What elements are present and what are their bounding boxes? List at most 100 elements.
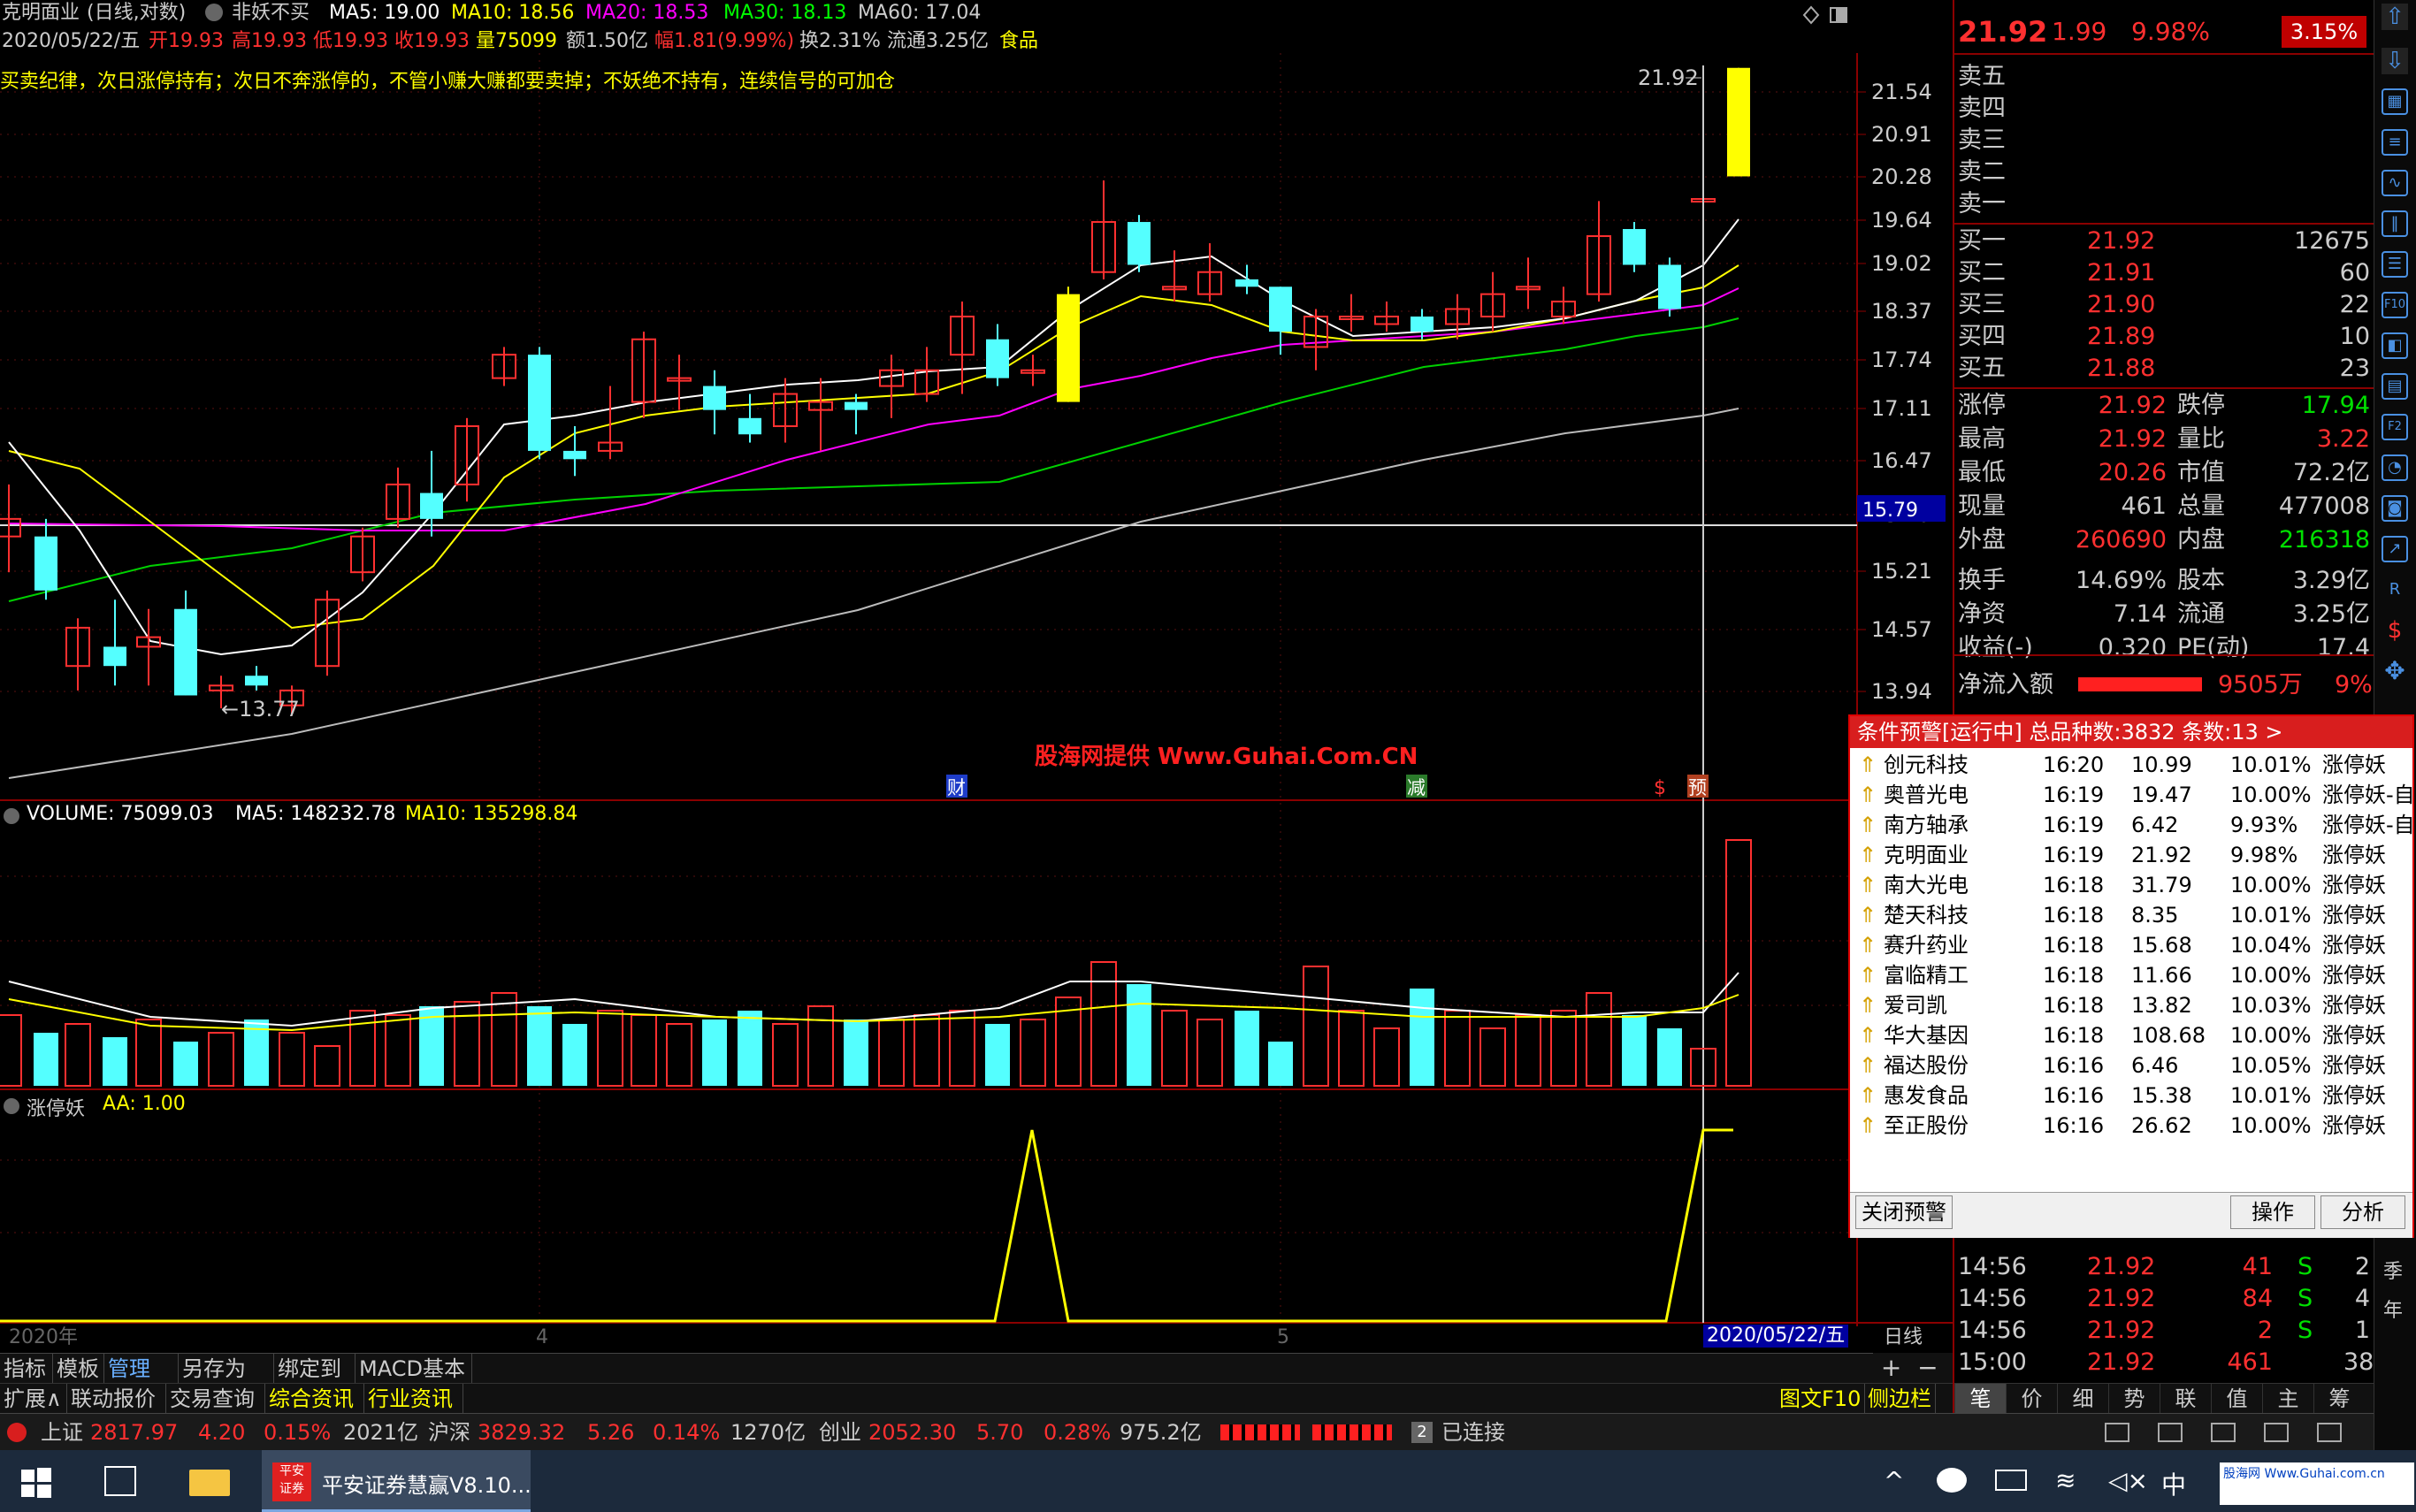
bid-row: 买二 21.91 60: [1958, 259, 2370, 286]
wifi-icon[interactable]: ≋: [2055, 1466, 2076, 1495]
tab-item[interactable]: 行业资讯: [364, 1384, 463, 1414]
alert-row[interactable]: ⇑ 福达股份 16:16 6.46 10.05% 涨停妖: [1850, 1050, 2412, 1081]
tab-item[interactable]: 模板: [53, 1354, 104, 1384]
alert-title[interactable]: 条件预警[运行中] 总品种数:3832 条数:13 >: [1850, 716, 2412, 748]
wechat-icon[interactable]: [1937, 1468, 1967, 1493]
quote-tab[interactable]: 联: [2160, 1384, 2211, 1414]
task-view-icon[interactable]: [104, 1466, 136, 1496]
up-arrow-icon[interactable]: ⇧: [2382, 4, 2408, 30]
year-label[interactable]: 年: [2383, 1294, 2403, 1323]
info-icon[interactable]: ◧: [2382, 332, 2408, 359]
f2-icon[interactable]: F2: [2382, 414, 2408, 440]
grid-icon[interactable]: ▦: [2382, 88, 2408, 115]
phone-icon[interactable]: [2264, 1423, 2289, 1442]
operate-button[interactable]: 操作: [2230, 1195, 2315, 1229]
tab-item[interactable]: MACD基本: [356, 1354, 472, 1384]
zt-toggle-icon[interactable]: [4, 1098, 19, 1114]
alert-row[interactable]: ⇑ 爱司凯 16:18 13.82 10.03% 涨停妖: [1850, 990, 2412, 1020]
calc-icon[interactable]: [2158, 1423, 2183, 1442]
quote-tab[interactable]: 值: [2211, 1384, 2262, 1414]
side-tab[interactable]: 图文F10: [1776, 1384, 1866, 1414]
list-icon[interactable]: ≡: [2382, 129, 2408, 156]
mail-icon[interactable]: [2105, 1423, 2129, 1442]
volume-bar: [1235, 1011, 1259, 1086]
alert-row[interactable]: ⇑ 创元科技 16:20 10.99 10.01% 涨停妖: [1850, 750, 2412, 780]
kline-chart[interactable]: 21.54 20.91 20.28 19.64 19.02 18.37 17.74 17.11…: [0, 0, 1953, 1353]
ma10-line: [8, 264, 1739, 630]
table-icon[interactable]: ☰: [2382, 251, 2408, 278]
volume-bar: [666, 1023, 692, 1087]
tab-item[interactable]: 联动报价: [67, 1384, 166, 1414]
line-chart-icon[interactable]: ∿: [2382, 170, 2408, 196]
down-arrow-icon[interactable]: ⇩: [2382, 48, 2408, 74]
tab-item[interactable]: 指标: [0, 1354, 53, 1384]
file-explorer-icon[interactable]: [189, 1470, 230, 1496]
quote-tab[interactable]: 主: [2262, 1384, 2313, 1414]
volume-bar: [135, 1019, 162, 1087]
kline-icon[interactable]: ‖: [2382, 210, 2408, 237]
doc-icon[interactable]: ▤: [2382, 373, 2408, 400]
rs-icon[interactable]: R: [2382, 577, 2408, 603]
quote-tab[interactable]: 细: [2057, 1384, 2108, 1414]
quote-tab[interactable]: 势: [2108, 1384, 2160, 1414]
tray-expand-icon[interactable]: ^: [1884, 1466, 1904, 1495]
tab-item[interactable]: 绑定到: [274, 1354, 356, 1384]
volume-bar: [279, 1032, 305, 1087]
monitor-icon[interactable]: [2211, 1423, 2236, 1442]
stat-row: 现量 461 总量 477008: [1958, 493, 2370, 520]
windows-start-icon[interactable]: [21, 1468, 51, 1498]
side-tab[interactable]: 侧边栏: [1864, 1384, 1936, 1414]
network-icon[interactable]: [1995, 1470, 2027, 1491]
volume-bar: [208, 1032, 234, 1087]
market-breadth-2: [1312, 1424, 1392, 1440]
alert-row[interactable]: ⇑ 惠发食品 16:16 15.38 10.01% 涨停妖: [1850, 1081, 2412, 1111]
move-icon[interactable]: ✥: [2382, 658, 2408, 684]
zoom-controls[interactable]: + −: [1873, 1353, 1953, 1383]
tab-item[interactable]: 综合资讯: [265, 1384, 364, 1414]
bid-row: 买三 21.90 22: [1958, 291, 2370, 318]
f10-icon[interactable]: F10: [2382, 292, 2408, 318]
ime-indicator[interactable]: 中: [2161, 1466, 2186, 1501]
volume-mute-icon[interactable]: ◁×: [2108, 1466, 2148, 1495]
sh-index: 2817.97: [90, 1420, 179, 1445]
volume-bar: [491, 992, 517, 1087]
sh-amount: 2021亿: [343, 1420, 419, 1445]
clock-icon[interactable]: ◔: [2382, 454, 2408, 481]
condition-alert-window[interactable]: 条件预警[运行中] 总品种数:3832 条数:13 > ⇑ 创元科技 16:20 10…: [1848, 714, 2415, 1238]
alert-row[interactable]: ⇑ 楚天科技 16:18 8.35 10.01% 涨停妖: [1850, 900, 2412, 930]
clock-alarm-icon[interactable]: [2317, 1423, 2342, 1442]
taskbar-app[interactable]: 平安 证券 平安证券慧赢V8.10...: [262, 1450, 531, 1512]
quote-tab[interactable]: 价: [2006, 1384, 2057, 1414]
quote-tab[interactable]: 筹: [2313, 1384, 2365, 1414]
volume-toggle-icon[interactable]: [4, 808, 19, 824]
volume-bar: [0, 1014, 22, 1087]
season-label[interactable]: 季: [2383, 1256, 2403, 1284]
tab-item[interactable]: 管理: [104, 1354, 179, 1384]
close-alert-button[interactable]: 关闭预警: [1855, 1195, 1953, 1229]
tab-item[interactable]: 扩展∧: [0, 1384, 67, 1414]
period-selector[interactable]: 日线: [1884, 1326, 1923, 1349]
net-inflow-value: 9505万: [2218, 671, 2303, 699]
alert-row[interactable]: ⇑ 富临精工 16:18 11.66 10.00% 涨停妖: [1850, 960, 2412, 990]
alert-row[interactable]: ⇑ 至正股份 16:16 26.62 10.00% 涨停妖: [1850, 1111, 2412, 1141]
connection-status[interactable]: 已连接: [1441, 1414, 1505, 1451]
quote-tab[interactable]: 笔: [1954, 1384, 2006, 1414]
last-price: 21.92: [1958, 15, 2048, 49]
alert-icon[interactable]: [7, 1423, 27, 1442]
alert-row[interactable]: ⇑ 南大光电 16:18 31.79 10.00% 涨停妖: [1850, 870, 2412, 900]
alert-row[interactable]: ⇑ 奥普光电 16:19 19.47 10.00% 涨停妖-自: [1850, 780, 2415, 810]
alert-row[interactable]: ⇑ 赛升药业 16:18 15.68 10.04% 涨停妖: [1850, 930, 2412, 960]
alert-row[interactable]: ⇑ 南方轴承 16:19 6.42 9.93% 涨停妖-自: [1850, 810, 2415, 840]
change-badge[interactable]: 3.15%: [2282, 16, 2366, 48]
candle-body: [528, 355, 551, 451]
trend-icon[interactable]: ↗: [2382, 536, 2408, 562]
analyze-button[interactable]: 分析: [2320, 1195, 2405, 1229]
alert-row[interactable]: ⇑ 华大基因 16:18 108.68 10.00% 涨停妖: [1850, 1020, 2412, 1050]
alert-row[interactable]: ⇑ 克明面业 16:19 21.92 9.98% 涨停妖: [1850, 840, 2412, 870]
dollar-icon[interactable]: $: [2382, 617, 2408, 644]
tab-item[interactable]: 交易查询: [166, 1384, 265, 1414]
tab-item[interactable]: 另存为: [179, 1354, 274, 1384]
candle-body: [1727, 67, 1750, 177]
lock-icon[interactable]: ◙: [2382, 495, 2408, 522]
net-inflow-pct: 9%: [2335, 671, 2373, 699]
